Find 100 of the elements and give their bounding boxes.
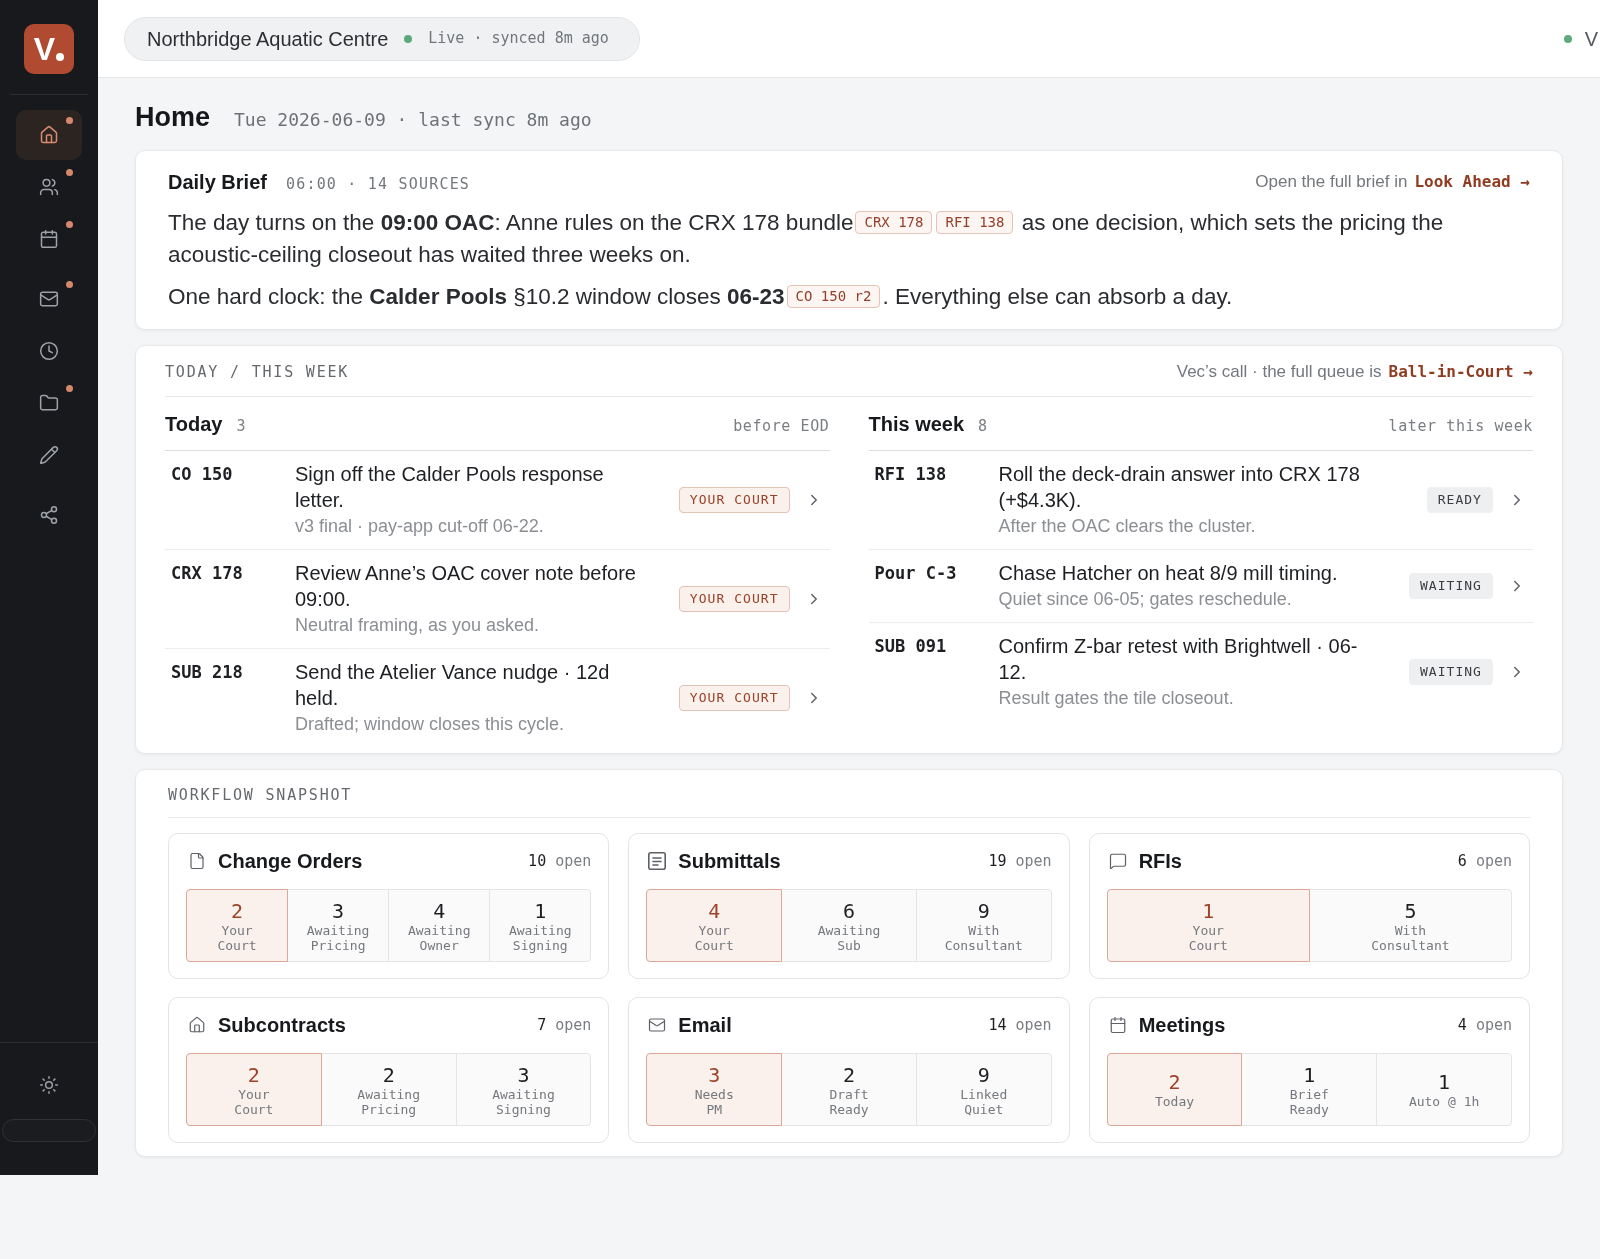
stat-label: Your Court xyxy=(234,1086,274,1117)
open-count: 7 open xyxy=(537,1014,592,1036)
stat-tile[interactable]: 4 Awaiting Owner xyxy=(388,889,491,962)
item-reference: CO 150 xyxy=(170,463,234,486)
brief-paragraph: One hard clock: the Calder Pools §10.2 window closes 06-23 CO 150 r2 . Everything else can absorb a day. xyxy=(168,283,1234,311)
item-detail: Drafted; window closes this cycle. xyxy=(295,713,566,736)
stat-tile[interactable]: 1 Awaiting Signing xyxy=(489,889,592,962)
theme-toggle-icon[interactable] xyxy=(39,1075,59,1095)
stat-label: Draft Ready xyxy=(829,1086,869,1117)
status-badge: YOUR COURT xyxy=(678,685,790,711)
column-count: 3 xyxy=(236,416,246,437)
item-detail: Neutral framing, as you asked. xyxy=(295,614,541,637)
open-count: 10 open xyxy=(528,850,592,872)
status-badge: YOUR COURT xyxy=(678,586,790,612)
stat-value: 4 xyxy=(708,898,721,923)
column-hint: later this week xyxy=(1388,416,1533,437)
brief-meta: 06:00 · 14 SOURCES xyxy=(285,174,471,195)
column-count: 8 xyxy=(978,416,988,437)
reference-tag[interactable]: CRX 178 xyxy=(855,210,933,234)
status-badge: WAITING xyxy=(1408,659,1493,685)
stat-label: Awaiting Signing xyxy=(492,1086,555,1117)
workflow-title: Submittals xyxy=(678,849,781,874)
stat-value: 2 xyxy=(842,1062,855,1087)
stat-label: Awaiting Owner xyxy=(407,922,471,953)
item-detail: After the OAC clears the cluster. xyxy=(998,515,1257,538)
item-reference: SUB 091 xyxy=(873,635,948,658)
stat-value: 9 xyxy=(977,898,990,923)
section-heading: TODAY / THIS WEEK xyxy=(165,361,350,383)
people-icon xyxy=(39,177,59,197)
stat-tile[interactable]: 1 Auto @ 1h xyxy=(1376,1053,1512,1126)
sidebar-nav-button[interactable] xyxy=(16,110,82,160)
item-reference: CRX 178 xyxy=(170,562,244,585)
open-count: 19 open xyxy=(988,850,1052,872)
stat-tile[interactable]: 9 With Consultant xyxy=(915,889,1052,962)
brief-paragraph: The day turns on the 09:00 OAC: Anne rules on the CRX 178 bundle CRX 178 RFI 138 as one decision, which sets the pricing the acoustic-ceiling closeout has waited three weeks on. xyxy=(168,209,1445,269)
stat-tile[interactable]: 1 Your Court xyxy=(1106,889,1310,962)
house-icon xyxy=(39,125,59,145)
item-reference: SUB 218 xyxy=(170,661,244,684)
item-title: Send the Atelier Vance nudge · 12d held. xyxy=(295,660,611,711)
stat-tile[interactable]: 3 Awaiting Signing xyxy=(455,1053,592,1126)
calendar-icon xyxy=(1108,1016,1127,1034)
stat-label: With Consultant xyxy=(1371,922,1450,953)
stat-tile[interactable]: 2 Awaiting Pricing xyxy=(320,1053,457,1126)
stat-label: Auto @ 1h xyxy=(1408,1094,1480,1109)
sync-status: Live · synced 8m ago xyxy=(428,28,609,50)
reference-tag[interactable]: CO 150 r2 xyxy=(786,284,881,308)
workflow-title: Email xyxy=(678,1013,732,1038)
ball-in-court-link[interactable]: Ball-in-Court → xyxy=(1388,360,1533,385)
stat-tile[interactable]: 3 Needs PM xyxy=(646,1053,783,1126)
stat-tile[interactable]: 5 With Consultant xyxy=(1308,889,1512,962)
stat-value: 5 xyxy=(1404,898,1417,923)
stat-tile[interactable]: 1 Brief Ready xyxy=(1241,1053,1378,1126)
stat-label: Needs PM xyxy=(694,1086,734,1117)
stat-tile[interactable]: 2 Today xyxy=(1106,1053,1243,1126)
stat-value: 3 xyxy=(708,1062,721,1087)
status-badge: READY xyxy=(1426,487,1493,513)
workflow-title: Meetings xyxy=(1138,1013,1226,1038)
project-name: Northbridge Aquatic Centre xyxy=(147,26,389,52)
stat-label: Awaiting Pricing xyxy=(357,1086,420,1117)
workflow-title: Subcontracts xyxy=(218,1013,346,1038)
open-count: 4 open xyxy=(1457,1014,1512,1036)
stat-value: 1 xyxy=(1303,1062,1316,1087)
share-icon xyxy=(39,505,59,525)
look-ahead-link[interactable]: Look Ahead → xyxy=(1414,170,1530,195)
item-title: Review Anne’s OAC cover note before 09:00. xyxy=(295,561,637,612)
item-title: Confirm Z-bar retest with Brightwell · 06-12. xyxy=(998,634,1359,685)
item-detail: Result gates the tile closeout. xyxy=(998,687,1235,710)
stat-tile[interactable]: 2 Draft Ready xyxy=(781,1053,917,1126)
stat-value: 2 xyxy=(1168,1070,1181,1094)
stat-label: Linked Quiet xyxy=(960,1086,1008,1117)
stat-value: 3 xyxy=(332,898,345,923)
page-subtitle: Tue 2026-06-09 · last sync 8m ago xyxy=(234,108,592,132)
folder-icon xyxy=(39,393,59,413)
stat-tile[interactable]: 4 Your Court xyxy=(646,889,783,962)
speech-bubble-icon xyxy=(1108,852,1127,870)
workflow-title: Change Orders xyxy=(218,849,363,874)
reference-tag[interactable]: RFI 138 xyxy=(936,210,1014,234)
calendar-icon xyxy=(39,229,59,249)
stat-label: Your Court xyxy=(217,922,257,953)
stat-label: Awaiting Signing xyxy=(508,922,572,953)
stat-tile[interactable]: 9 Linked Quiet xyxy=(915,1053,1052,1126)
stat-tile[interactable]: 2 Your Court xyxy=(186,1053,322,1126)
section-heading: WORKFLOW SNAPSHOT xyxy=(168,785,353,807)
brief-title: Daily Brief xyxy=(168,170,267,195)
page-title: Home xyxy=(135,101,210,134)
status-badge: YOUR COURT xyxy=(678,487,790,513)
stat-tile[interactable]: 2 Your Court xyxy=(186,889,289,962)
stat-tile[interactable]: 3 Awaiting Pricing xyxy=(287,889,390,962)
app-logo: V xyxy=(24,24,74,74)
open-count: 14 open xyxy=(988,1014,1052,1036)
stat-label: Awaiting Sub xyxy=(817,922,881,953)
stat-value: 1 xyxy=(534,898,547,923)
envelope-icon xyxy=(39,289,59,309)
stat-value: 2 xyxy=(382,1062,395,1087)
stat-tile[interactable]: 6 Awaiting Sub xyxy=(781,889,917,962)
stat-value: 1 xyxy=(1438,1070,1451,1094)
pencil-icon xyxy=(39,445,59,465)
list-document-icon xyxy=(648,852,667,870)
column-hint: before EOD xyxy=(733,416,830,437)
column-title: This week xyxy=(868,412,965,437)
